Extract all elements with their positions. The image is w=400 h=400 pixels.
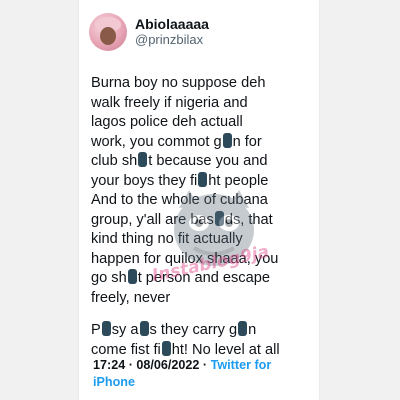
tweet-line: Psy as they carry gn [91,321,257,338]
censor-mark [138,152,148,167]
display-name[interactable]: Abiolaaaaa [135,16,209,32]
tweet-line: kind thing no fit actually [91,231,243,247]
tweet-line: work, you commot gn for [91,132,262,150]
tweet-line: Burna boy no suppose deh [91,75,266,91]
censor-mark [214,210,224,226]
tweet-body: Burna boy no suppose deh walk freely if … [89,74,309,360]
tweet-line: happen for quilox shaaa, you [91,250,279,267]
tweet-header: Abiolaaaaa @prinzbilax [89,12,309,52]
censor-mark [101,321,111,336]
tweet-timestamp[interactable]: 17:24 · 08/06/2022 · [93,358,207,372]
tweet-line: go sh t person and escape [91,269,270,286]
censor-mark [161,340,171,356]
censor-mark [238,321,248,336]
tweet-line: lagos police deh actuall [91,114,243,130]
censor-mark [127,269,137,284]
tweet-card: Abiolaaaaa @prinzbilax Burna boy no supp… [79,0,319,400]
censor-mark [139,321,149,336]
tweet-line: walk freely if nigeria and [91,94,248,111]
avatar-face [100,27,116,45]
user-names: Abiolaaaaa @prinzbilax [135,16,209,48]
tweet-line: your boys they fi ht people [91,171,269,189]
censor-mark [222,132,232,148]
tweet-footer: 17:24 · 08/06/2022 · Twitter for iPhone [93,357,313,391]
avatar[interactable] [89,13,127,51]
tweet-line: And to the whole of cubana [91,192,268,208]
tweet-line: club sh t because you and [91,152,268,169]
censor-mark [198,171,208,187]
tweet-line: freely, never [91,289,171,306]
user-handle[interactable]: @prinzbilax [135,32,209,48]
tweet-line: group, y'all are bas ds, that [91,210,273,228]
